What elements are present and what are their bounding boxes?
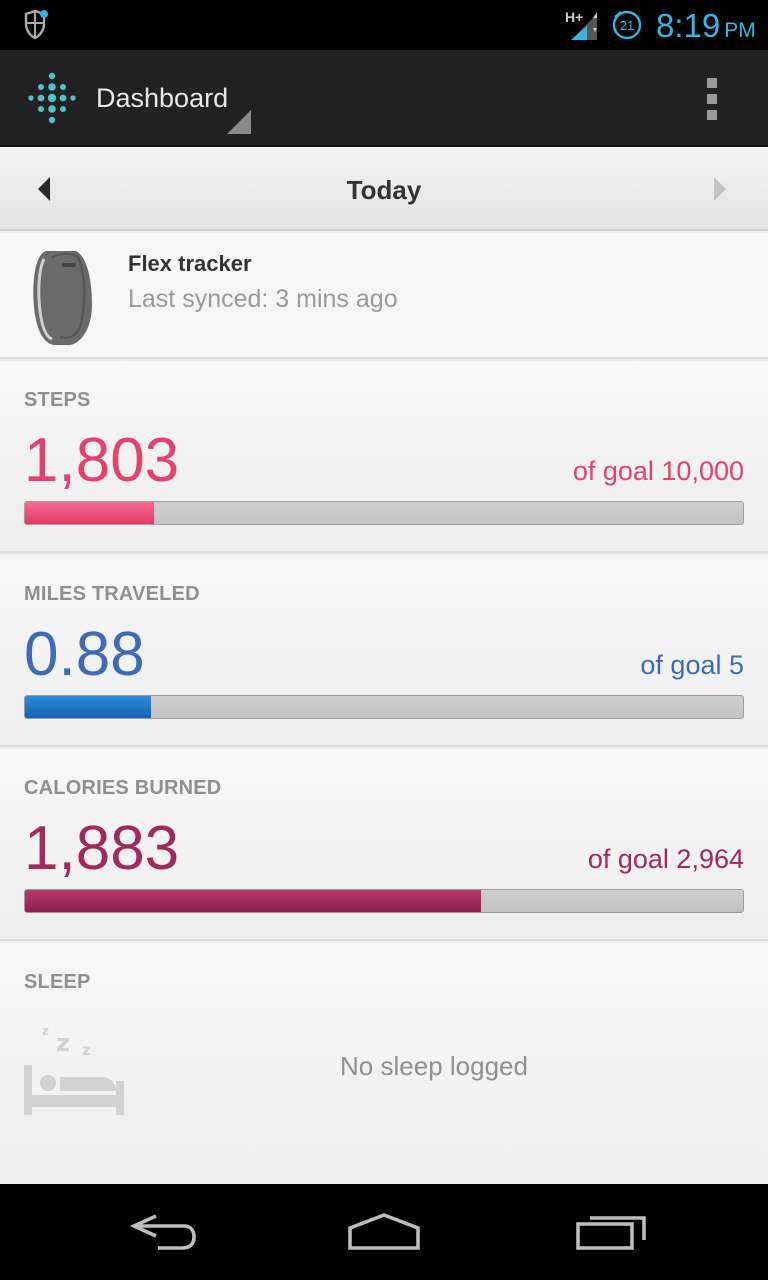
dropdown-indicator-icon[interactable] (227, 110, 251, 134)
network-type-label: H+ (565, 9, 583, 25)
sleep-empty-message: No sleep logged (340, 1051, 528, 1081)
back-icon[interactable] (110, 1206, 210, 1256)
alarm-badge-label: 21 (620, 18, 634, 33)
calories-progress-fill (25, 890, 481, 912)
clock-ampm: PM (724, 19, 756, 42)
screen: H+ 21 8:19 PM Dashboard Today Flex track… (0, 0, 768, 1280)
overflow-menu-icon[interactable] (694, 76, 730, 122)
tracker-row[interactable]: Flex tracker Last synced: 3 mins ago (0, 233, 768, 359)
steps-card[interactable]: STEPS 1,803 of goal 10,000 (0, 361, 768, 553)
sleep-heading: SLEEP (24, 971, 91, 993)
svg-text:z: z (56, 1029, 70, 1057)
next-day-arrow-icon[interactable] (700, 169, 740, 209)
clock-time: 8:19 (656, 7, 721, 44)
miles-goal: of goal 5 (640, 650, 744, 680)
calories-goal: of goal 2,964 (587, 844, 744, 874)
miles-value: 0.88 (24, 620, 145, 689)
miles-card[interactable]: MILES TRAVELED 0.88 of goal 5 (0, 555, 768, 747)
steps-heading: STEPS (24, 389, 91, 411)
steps-goal: of goal 10,000 (572, 456, 744, 486)
tracker-name: Flex tracker (128, 251, 252, 276)
miles-heading: MILES TRAVELED (24, 583, 200, 605)
calories-progress-bar (24, 889, 744, 913)
fitbit-logo-icon[interactable] (24, 70, 80, 126)
calories-card[interactable]: CALORIES BURNED 1,883 of goal 2,964 (0, 749, 768, 941)
calories-value: 1,883 (24, 814, 180, 883)
sleep-card[interactable]: SLEEP z z z No sleep logged (0, 943, 768, 1183)
action-bar-title[interactable]: Dashboard (96, 80, 228, 116)
date-label: Today (346, 175, 422, 205)
svg-text:z: z (82, 1041, 91, 1059)
miles-progress-fill (25, 696, 152, 718)
steps-progress-fill (25, 502, 155, 524)
shield-icon (24, 10, 48, 40)
recents-icon[interactable] (560, 1206, 660, 1256)
alarm-badge-icon: 21 (612, 10, 642, 40)
system-nav-bar (0, 1184, 768, 1280)
steps-value: 1,803 (24, 426, 180, 495)
tracker-last-synced: Last synced: 3 mins ago (128, 285, 398, 313)
network-signal-icon: H+ (565, 9, 597, 40)
home-icon[interactable] (334, 1206, 434, 1256)
calories-heading: CALORIES BURNED (24, 777, 222, 799)
miles-progress-bar (24, 695, 744, 719)
steps-progress-bar (24, 501, 744, 525)
status-bar: H+ 21 8:19 PM (0, 0, 768, 50)
action-bar: Dashboard (0, 50, 768, 147)
flex-tracker-band-icon (33, 251, 92, 345)
date-navigator: Today (0, 147, 768, 231)
status-clock: 8:19 PM (656, 6, 756, 51)
svg-text:z: z (42, 1025, 49, 1038)
